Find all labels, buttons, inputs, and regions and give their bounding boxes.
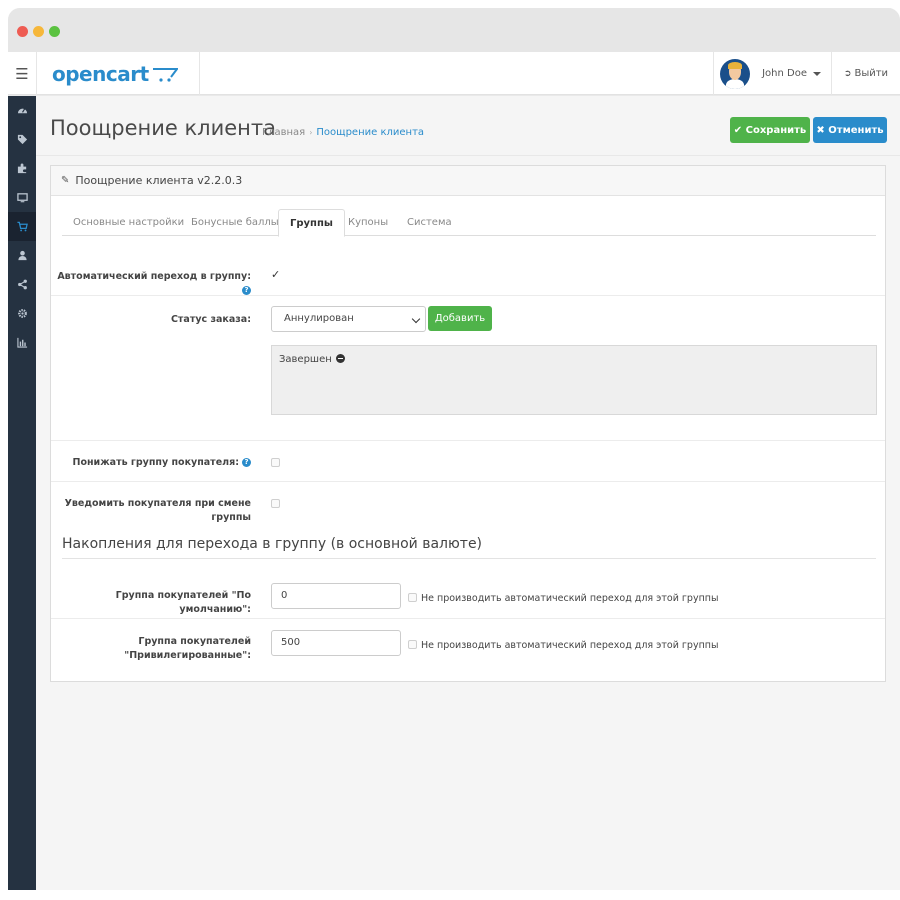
tags-icon — [17, 134, 27, 145]
default-group-input[interactable]: 0 — [271, 583, 401, 609]
sidebar — [8, 96, 36, 890]
sidebar-item-catalog[interactable] — [8, 125, 36, 154]
check-icon: ✔ — [733, 124, 746, 136]
page-header: Поощрение клиента Главная › Поощрение клие… — [36, 96, 900, 156]
bar-chart-icon — [16, 337, 27, 348]
lower-group-checkbox[interactable] — [271, 458, 280, 467]
sidebar-item-sales[interactable] — [8, 212, 36, 241]
auto-transition-row: Автоматический переход в группу:? ✓ — [51, 256, 885, 296]
sidebar-item-design[interactable] — [8, 183, 36, 212]
chevron-down-icon — [411, 314, 421, 324]
help-icon[interactable]: ? — [242, 286, 251, 295]
cancel-label: Отменить — [828, 124, 884, 136]
privileged-group-no-auto-checkbox[interactable] — [408, 640, 417, 649]
puzzle-icon — [17, 163, 26, 174]
browser-titlebar — [8, 8, 900, 52]
status-list: Завершен — [271, 345, 877, 415]
shopping-cart-icon — [16, 221, 28, 232]
chevron-down-icon — [813, 71, 821, 76]
privileged-group-input[interactable]: 500 — [271, 630, 401, 656]
maximize-window-button[interactable] — [49, 26, 60, 37]
user-name: John Doe — [762, 68, 807, 79]
page-title: Поощрение клиента — [50, 116, 276, 140]
logout-button[interactable]: ➲ Выйти — [832, 52, 900, 95]
breadcrumb-current[interactable]: Поощрение клиента — [316, 127, 424, 138]
close-window-button[interactable] — [17, 26, 28, 37]
opencart-logo[interactable]: opencart — [36, 52, 200, 95]
breadcrumb-separator-icon: › — [309, 128, 313, 137]
pencil-icon: ✎ — [61, 175, 70, 186]
app-header: ☰ opencart John Doe ➲ Выйти — [8, 52, 900, 95]
tab-bar: Основные настройки Бонусные баллы Группы… — [62, 209, 876, 237]
panel-title: Поощрение клиента v2.2.0.3 — [75, 174, 243, 187]
add-status-button[interactable]: Добавить — [428, 306, 492, 331]
privileged-group-no-auto[interactable]: Не производить автоматический переход дл… — [408, 640, 719, 651]
auto-transition-label: Автоматический переход в группу:? — [57, 271, 251, 295]
order-status-label: Статус заказа: — [170, 314, 251, 325]
sidebar-item-extensions[interactable] — [8, 154, 36, 183]
save-label: Сохранить — [745, 124, 807, 136]
auto-transition-checkbox[interactable]: ✓ — [271, 268, 280, 281]
tab-system[interactable]: Система — [396, 209, 463, 236]
user-menu[interactable]: John Doe — [713, 52, 832, 95]
tab-bonus-points[interactable]: Бонусные баллы — [180, 209, 290, 236]
breadcrumb: Главная › Поощрение клиента — [262, 127, 424, 138]
no-auto-label: Не производить автоматический переход дл… — [421, 640, 719, 651]
accumulation-section-title: Накопления для перехода в группу (в осно… — [62, 536, 876, 559]
default-group-no-auto-checkbox[interactable] — [408, 593, 417, 602]
settings-panel: ✎ Поощрение клиента v2.2.0.3 Основные на… — [50, 165, 886, 682]
breadcrumb-home[interactable]: Главная — [262, 127, 305, 138]
tab-coupons[interactable]: Купоны — [337, 209, 399, 236]
sidebar-item-dashboard[interactable] — [8, 96, 36, 125]
help-icon[interactable]: ? — [242, 458, 251, 467]
cart-logo-icon — [152, 67, 178, 82]
order-status-row: Статус заказа: Аннулирован Добавить Заве… — [51, 296, 885, 441]
sidebar-item-marketing[interactable] — [8, 270, 36, 299]
logo-text: opencart — [52, 61, 149, 86]
lower-group-row: Понижать группу покупателя:? — [51, 441, 885, 482]
main-content: Поощрение клиента Главная › Поощрение клие… — [36, 96, 900, 890]
default-group-label: Группа покупателей "По умолчанию": — [115, 590, 251, 615]
privileged-group-label: Группа покупателей "Привилегированные": — [124, 636, 251, 661]
order-status-value: Аннулирован — [284, 313, 354, 324]
cancel-button[interactable]: ✖ Отменить — [813, 117, 887, 143]
default-group-row: Группа покупателей "По умолчанию": 0 Не … — [51, 572, 885, 619]
user-icon — [17, 250, 27, 261]
notify-label: Уведомить покупателя при смене группы — [64, 498, 251, 523]
desktop-icon — [16, 193, 28, 203]
times-icon: ✖ — [816, 124, 829, 136]
panel-heading: ✎ Поощрение клиента v2.2.0.3 — [51, 166, 885, 196]
sidebar-item-customers[interactable] — [8, 241, 36, 270]
privileged-group-row: Группа покупателей "Привилегированные": … — [51, 619, 885, 679]
notify-checkbox[interactable] — [271, 499, 280, 508]
cog-icon — [17, 309, 27, 318]
notify-row: Уведомить покупателя при смене группы — [51, 482, 885, 532]
minimize-window-button[interactable] — [33, 26, 44, 37]
default-group-no-auto[interactable]: Не производить автоматический переход дл… — [408, 593, 719, 604]
lower-group-label: Понижать группу покупателя:? — [73, 456, 251, 470]
tab-groups[interactable]: Группы — [278, 209, 345, 237]
browser-window: ☰ opencart John Doe ➲ Выйти Поощрение кл… — [8, 8, 900, 890]
logout-label: Выйти — [854, 68, 889, 79]
dashboard-icon — [17, 108, 27, 114]
tab-general[interactable]: Основные настройки — [62, 209, 195, 236]
sidebar-item-reports[interactable] — [8, 328, 36, 357]
sidebar-item-system[interactable] — [8, 299, 36, 328]
no-auto-label: Не производить автоматический переход дл… — [421, 593, 719, 604]
remove-status-icon[interactable] — [335, 354, 345, 363]
order-status-select[interactable]: Аннулирован — [271, 306, 426, 332]
avatar — [720, 58, 751, 89]
status-item: Завершен — [279, 354, 332, 365]
share-icon — [17, 279, 27, 290]
menu-toggle-icon[interactable]: ☰ — [8, 52, 36, 95]
sign-out-icon: ➲ — [843, 68, 852, 79]
save-button[interactable]: ✔ Сохранить — [730, 117, 810, 143]
